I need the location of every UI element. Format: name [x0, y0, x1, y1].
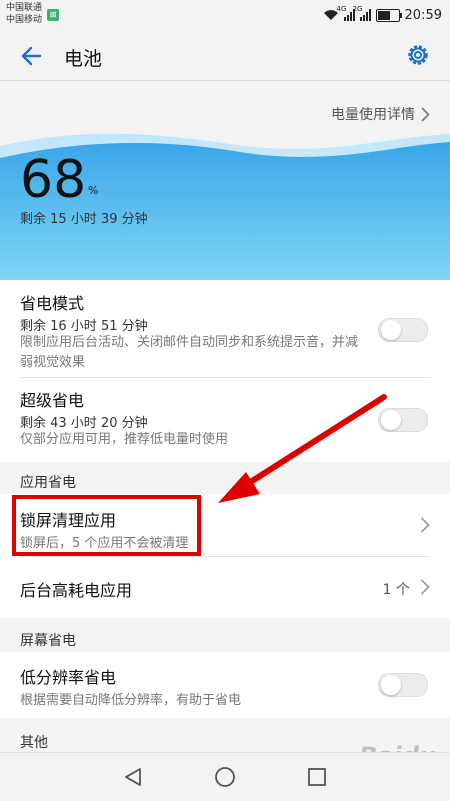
home-circle-icon[interactable] — [213, 765, 237, 789]
status-icons: 4G 2G 20:59 — [323, 5, 442, 24]
section-header-app-saving: 应用省电 — [20, 475, 76, 491]
screen-saving-card: 低分辨率省电 根据需要自动降低分辨率，有助于省电 — [0, 652, 450, 718]
volte-icon: ⊠ — [47, 9, 59, 21]
background-drain-row[interactable]: 后台高耗电应用 1 个 — [0, 557, 450, 618]
background-drain-count: 1 个 — [382, 582, 410, 598]
section-header-screen-saving: 屏幕省电 — [20, 633, 76, 649]
low-res-toggle[interactable] — [378, 673, 428, 697]
recents-square-icon[interactable] — [305, 765, 329, 789]
ultra-saving-toggle[interactable] — [378, 408, 428, 432]
page-title: 电池 — [64, 48, 103, 70]
divider — [20, 377, 430, 378]
battery-remaining-time: 剩余 15 小时 39 分钟 — [20, 212, 148, 227]
usage-details-link[interactable]: 电量使用详情 — [331, 104, 430, 124]
power-saving-description: 限制应用后台活动、关闭邮件自动同步和系统提示音，并减弱视觉效果 — [20, 335, 359, 370]
arrow-left-icon[interactable] — [18, 42, 46, 70]
chevron-right-icon — [421, 106, 430, 122]
battery-icon — [375, 8, 402, 22]
low-res-title: 低分辨率省电 — [20, 668, 117, 687]
power-saving-remaining: 剩余 16 小时 51 分钟 — [20, 319, 148, 334]
chevron-right-icon — [420, 517, 430, 533]
ultra-saving-remaining: 剩余 43 小时 20 分钟 — [20, 416, 148, 431]
system-navigation-bar — [0, 752, 450, 801]
carrier-labels: 中国联通 中国移动 — [6, 2, 42, 26]
clock: 20:59 — [404, 7, 442, 23]
ultra-saving-description: 仅部分应用可用，推荐低电量时使用 — [20, 432, 229, 447]
app-bar: 电池 — [0, 32, 450, 80]
app-bar-divider — [0, 80, 450, 81]
status-bar: 中国联通 中国移动 ⊠ 4G 2G 20:59 — [0, 0, 450, 32]
battery-percentage: 68 — [20, 150, 87, 210]
usage-details-label: 电量使用详情 — [331, 107, 415, 123]
power-saving-toggle[interactable] — [378, 318, 428, 342]
signal-sim2-icon: 2G — [353, 5, 371, 21]
power-mode-card: 省电模式 剩余 16 小时 51 分钟 限制应用后台活动、关闭邮件自动同步和系统… — [0, 280, 450, 462]
back-triangle-icon[interactable] — [121, 765, 145, 789]
chevron-right-icon — [420, 579, 430, 595]
low-res-description: 根据需要自动降低分辨率，有助于省电 — [20, 693, 242, 708]
background-drain-title: 后台高耗电应用 — [20, 581, 133, 600]
section-header-other: 其他 — [20, 735, 48, 751]
carrier-1: 中国联通 — [6, 3, 43, 13]
battery-percent-sign: % — [88, 184, 99, 197]
annotation-highlight-box — [12, 495, 201, 556]
carrier-2: 中国移动 — [6, 15, 43, 25]
gear-icon[interactable] — [404, 41, 432, 69]
ultra-saving-title: 超级省电 — [20, 391, 85, 410]
power-saving-title: 省电模式 — [20, 294, 85, 313]
